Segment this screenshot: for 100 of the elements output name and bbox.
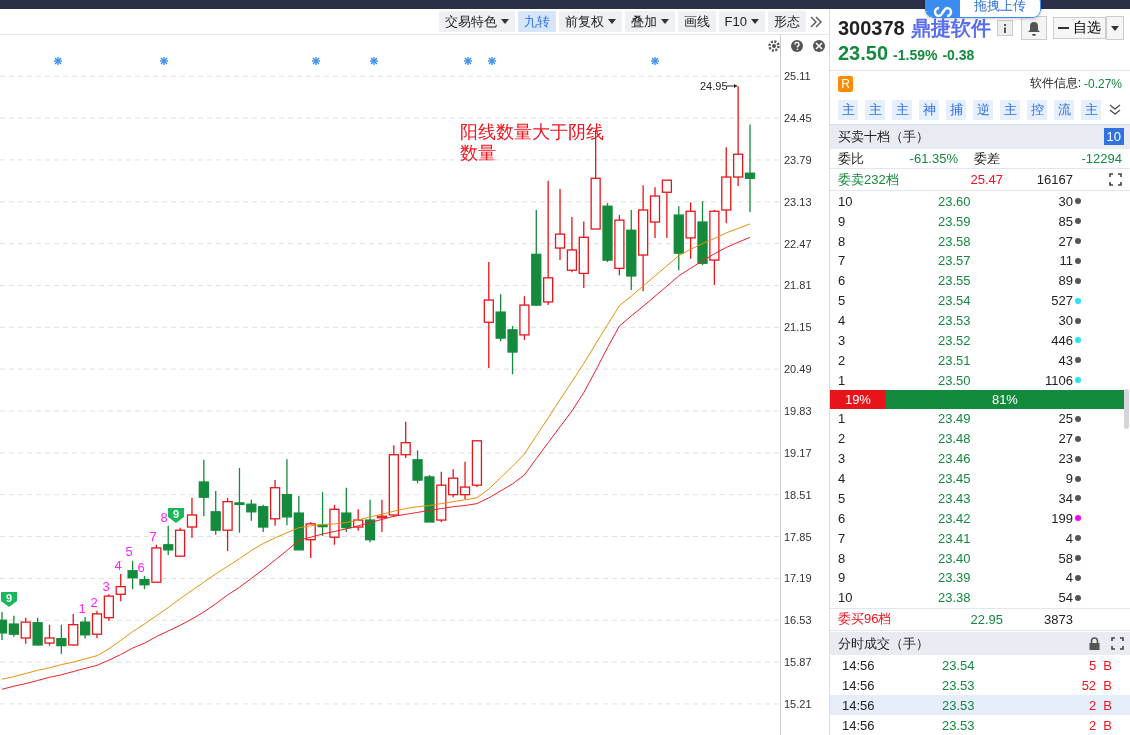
tag-chip[interactable]: 流 [1054,99,1074,120]
asterisk-icon [159,56,169,66]
candlestick [56,624,67,655]
tag-chip[interactable]: 主 [1000,99,1020,120]
axis-tick-label: 25.11 [784,70,811,83]
double-chevron-icon[interactable] [809,14,823,29]
depth-badge[interactable]: 10 [1103,128,1124,146]
count-label: 4 [114,558,122,573]
last-price: 23.50 [838,42,889,65]
level-number: 8 [838,233,847,249]
candlestick [103,593,114,622]
candlestick [20,617,31,645]
candlestick [8,615,19,638]
volume-cell-text: 5 B [1087,657,1112,673]
tag-chip[interactable]: 神 [919,99,939,120]
bell-button[interactable] [1021,16,1047,40]
candlestick [507,325,518,375]
buy-ratio-fill: 19% [830,390,886,409]
volume-cell-text: 11 [1058,253,1073,269]
time-cell-text: 14:56 [842,677,876,693]
level-number: 2 [838,352,847,368]
upload-button[interactable]: 拖拽上传 [925,0,1041,18]
trade-row[interactable]: 14:56 23.54 5 B [830,655,1130,676]
link-icon [933,5,953,17]
price-cell-text: 23.55 [938,273,972,289]
tag-chip[interactable]: 主 [865,99,885,120]
candlestick [44,624,55,647]
level-number: 5 [838,490,847,506]
price-cell-text: 23.39 [938,570,972,586]
volume-cell-text: 4 [1064,570,1073,586]
price-cell-text: 23.46 [938,451,972,467]
toolbar-button[interactable]: 叠加 [624,11,675,32]
tag-chip[interactable]: 捕 [946,99,966,120]
candlestick [459,461,471,500]
tag-chip[interactable]: 控 [1027,99,1047,120]
level-number: 3 [838,332,847,348]
volume-cell-text: 27 [1057,431,1073,447]
candlestick [317,491,328,537]
tag-chip[interactable]: 主 [892,99,912,120]
axis-tick-label: 16.53 [784,614,812,627]
watchlist-button[interactable]: 自选 [1053,17,1106,39]
price-cell-text: 22.95 [969,611,1003,627]
price-cell-text: 23.41 [938,530,972,546]
level-number: 2 [838,431,847,447]
axis-tick-label: 21.81 [784,279,812,292]
info-icon[interactable] [996,20,1013,36]
trade-row[interactable]: 14:56 23.53 52 B [830,675,1130,696]
axis-tick-label: 20.49 [784,363,812,376]
asterisk-icon [487,56,497,66]
help-icon[interactable] [791,40,803,52]
asterisk-icon [53,56,63,66]
candlestick [661,179,673,239]
axis-tick-label: 17.85 [784,530,812,543]
lock-icon[interactable] [1088,637,1101,650]
toolbar-button[interactable]: 形态 [768,11,806,32]
stock-name: 鼎捷软件 [910,15,991,41]
trade-row[interactable]: 14:56 23.53 2 B [830,695,1130,716]
sell-summary-label: 委卖232档 [838,170,900,189]
toolbar-button[interactable]: 交易特色 [438,11,515,32]
dropdown-button[interactable] [1106,16,1124,40]
time-cell-text: 14:56 [842,717,876,733]
ratio-label: 委比 [838,149,865,168]
sell-ratio-label: 81% [990,391,1019,409]
price-cell-text: 23.43 [938,490,972,506]
price-cell-text: 23.57 [938,253,972,269]
tag-chip[interactable]: 主 [1081,99,1101,120]
price-cell-text: 23.59 [938,213,972,229]
toolbar-button[interactable]: 九转 [517,11,556,32]
candlestick [32,617,43,647]
change-amount: -0.38 [942,47,975,63]
change-percent: -1.59% [893,47,938,63]
level-number: 6 [838,510,847,526]
volume-cell-text: 23 [1057,451,1073,467]
axis-tick-label: 18.51 [784,488,812,501]
scrollbar-thumb[interactable] [1124,389,1129,429]
level-number: 9 [838,213,847,229]
tag-chip[interactable]: 主 [838,99,858,120]
level-number: 9 [838,570,847,586]
count-label: 1 [78,601,86,616]
volume-cell-text: 30 [1057,313,1073,328]
double-chevron-icon[interactable] [1108,102,1122,117]
toolbar-button[interactable]: F10 [718,11,765,32]
expand-icon[interactable] [1111,637,1124,650]
price-cell-text: 23.58 [938,233,972,249]
stock-code: 300378 [838,16,905,40]
close-icon[interactable] [813,40,825,52]
candlestick [614,214,625,276]
volume-cell-text: 527 [1050,293,1073,309]
price-cell-text: 23.45 [938,471,972,487]
toolbar-button[interactable]: 前复权 [558,11,622,32]
settings-icon[interactable] [768,40,780,52]
price-cell-text: 23.53 [942,697,976,713]
candlestick [91,610,103,639]
volume-cell-text: 89 [1057,273,1073,289]
level-number: 4 [838,313,847,328]
tag-chip[interactable]: 逆 [973,99,993,120]
toolbar-button[interactable]: 画线 [677,11,716,32]
trade-row[interactable]: 14:56 23.53 2 B [830,715,1130,735]
candlestick [210,490,221,536]
expand-icon[interactable] [1109,173,1122,187]
